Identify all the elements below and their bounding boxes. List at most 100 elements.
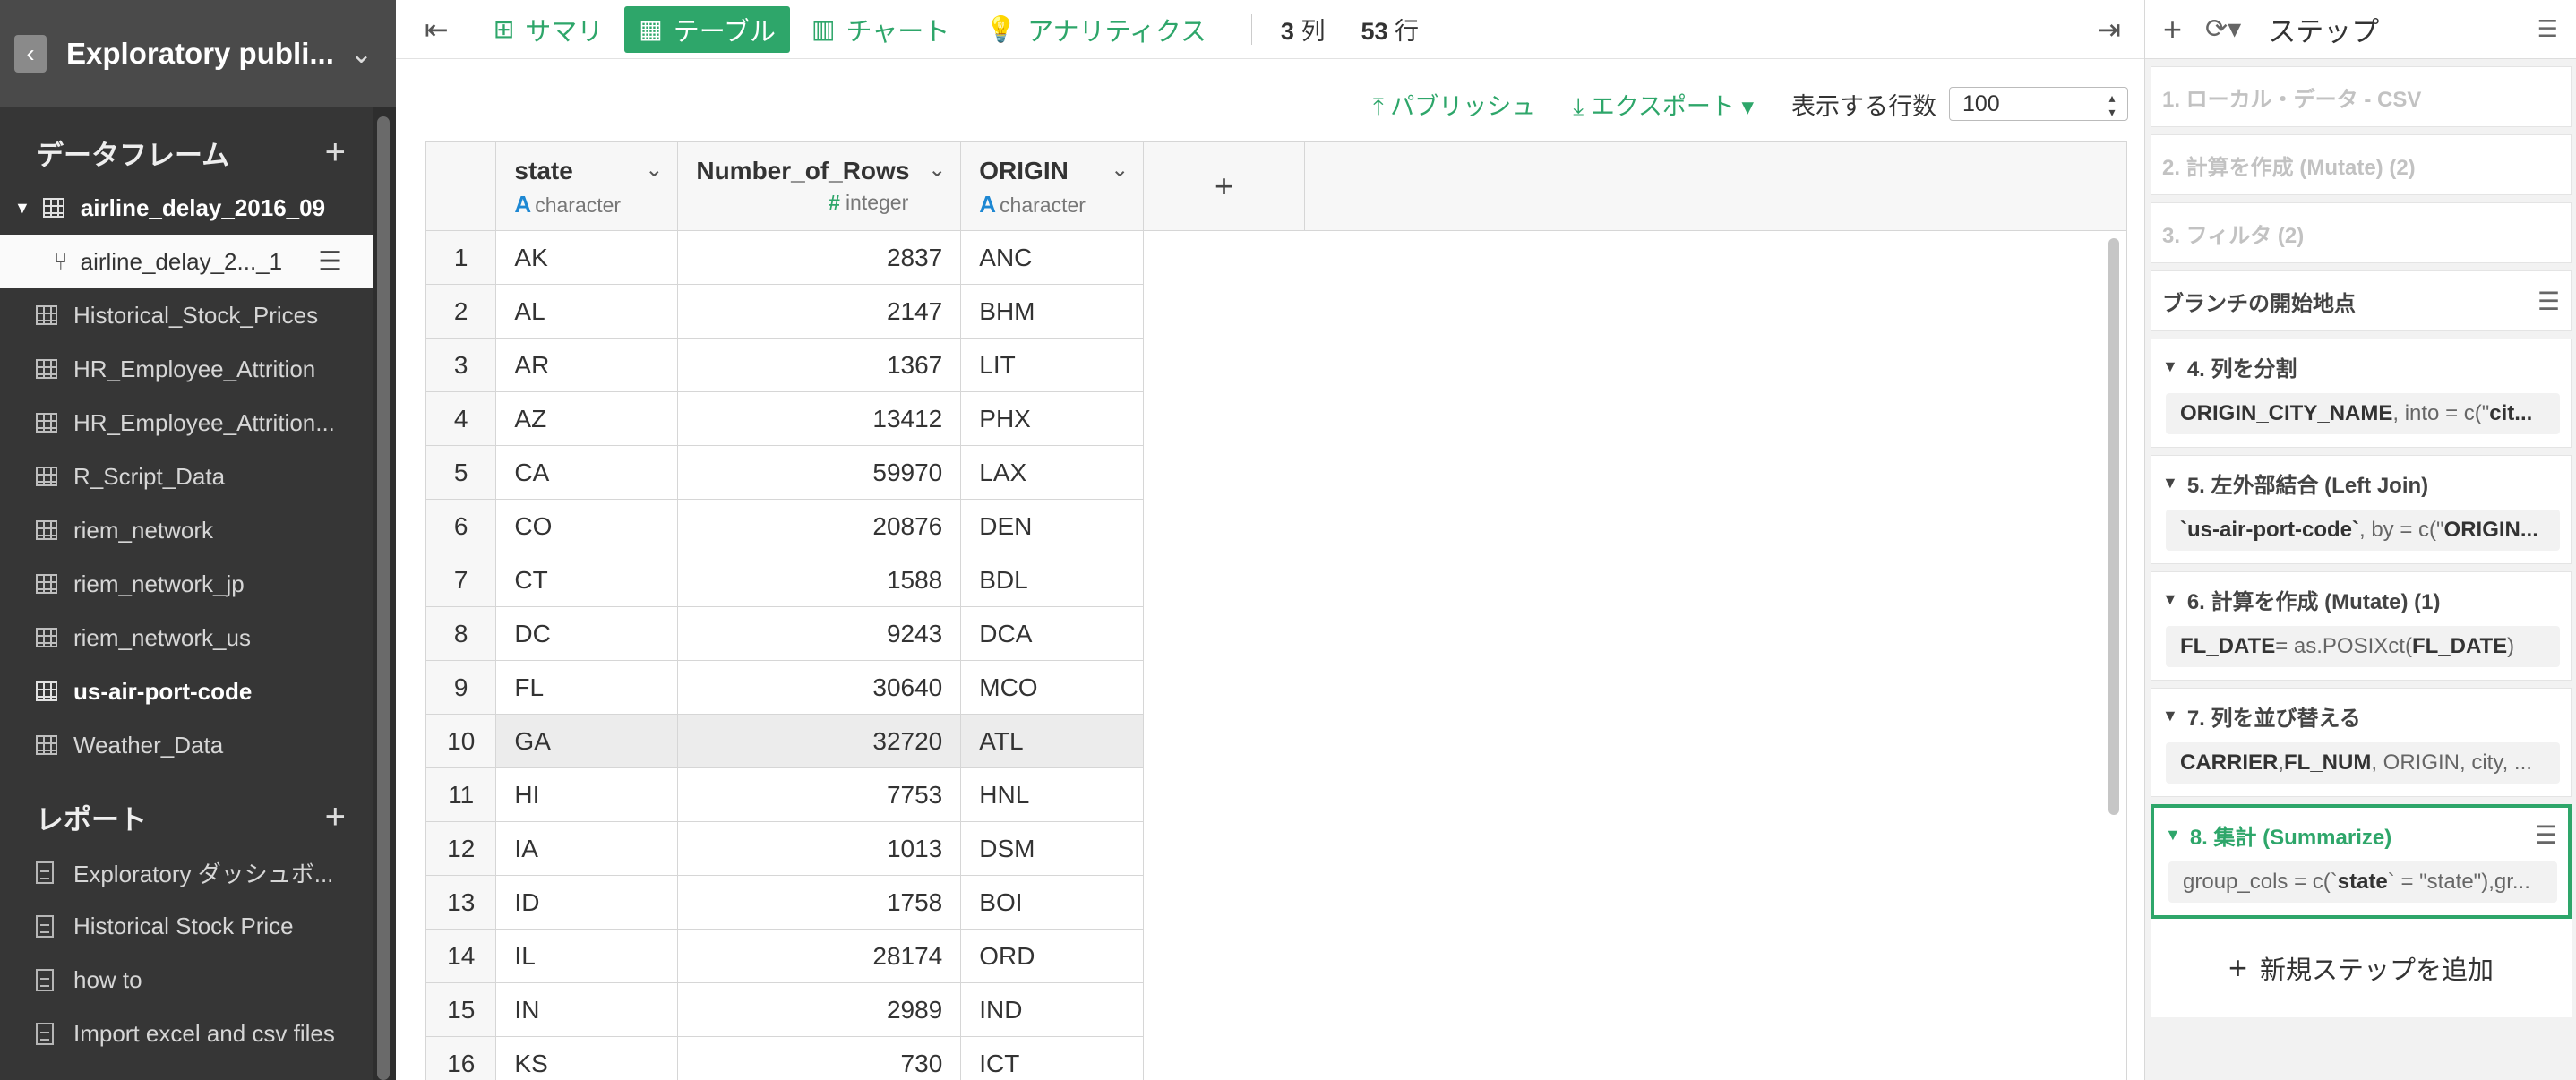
column-header-state[interactable]: state ⌄ Acharacter [495,142,679,231]
column-header-number-of-rows[interactable]: Number_of_Rows ⌄ # integer [677,142,962,231]
settings-sliders-icon[interactable]: ☰ [2537,15,2558,43]
cell-origin[interactable]: DCA [960,606,1145,661]
report-item[interactable]: Import excel and csv files [0,1007,373,1060]
step-active[interactable]: ▼ 8. 集計 (Summarize) ☰ group_cols = c(` state… [2151,804,2572,919]
dataframe-item[interactable]: R_Script_Data [0,450,373,503]
step[interactable]: ▼ 7. 列を並び替える CARRIER, FL_NUM, ORIGIN, city… [2151,688,2572,797]
cell-origin[interactable]: IND [960,982,1145,1037]
column-menu-caret-icon[interactable]: ⌄ [645,157,663,183]
dataframe-item[interactable]: ▼ airline_delay_2016_09 [0,181,373,235]
column-menu-caret-icon[interactable]: ⌄ [1111,157,1129,183]
cell-origin[interactable]: ANC [960,230,1145,285]
branch-item[interactable]: ⑂ airline_delay_2..._1 ☰ [0,235,373,288]
step-header[interactable]: ▼ 6. 計算を作成 (Mutate) (1) [2162,572,2560,626]
table-row[interactable]: 8 DC 9243 DCA [426,606,2126,661]
cell-state[interactable]: AK [495,230,679,285]
cell-number-of-rows[interactable]: 28174 [677,929,962,983]
step-disabled[interactable]: 3. フィルタ (2) [2151,202,2572,263]
table-row[interactable]: 9 FL 30640 MCO [426,660,2126,715]
cell-state[interactable]: CO [495,499,679,553]
cell-number-of-rows[interactable]: 1758 [677,875,962,930]
step-expression[interactable]: FL_DATE = as.POSIXct(FL_DATE) [2166,626,2560,667]
cell-state[interactable]: CA [495,445,679,500]
step[interactable]: ▼ 5. 左外部結合 (Left Join) `us-air-port-code`,… [2151,455,2572,564]
cell-origin[interactable]: ORD [960,929,1145,983]
step[interactable]: ▼ 4. 列を分割 ORIGIN_CITY_NAME, into = c(" cit.… [2151,339,2572,448]
report-item[interactable]: Exploratory ダッシュボ... [0,845,373,899]
caret-down-icon[interactable]: ▼ [2162,707,2178,725]
cell-origin[interactable]: DSM [960,821,1145,876]
caret-down-icon[interactable]: ▼ [14,199,30,218]
table-row[interactable]: 5 CA 59970 LAX [426,445,2126,500]
step-expression[interactable]: `us-air-port-code`, by = c(" ORIGIN... [2166,510,2560,551]
publish-button[interactable]: ⤒ パブリッシュ [1373,87,1535,122]
dataframe-item[interactable]: us-air-port-code [0,664,373,718]
add-dataframe-icon[interactable]: + [325,133,346,173]
cell-origin[interactable]: LAX [960,445,1145,500]
table-row[interactable]: 13 ID 1758 BOI [426,875,2126,930]
cell-origin[interactable]: MCO [960,660,1145,715]
cell-state[interactable]: IA [495,821,679,876]
cell-origin[interactable]: ATL [960,714,1145,768]
cell-origin[interactable]: DEN [960,499,1145,553]
collapse-steps-icon[interactable]: ⇥ [2097,13,2121,47]
tab-summary[interactable]: ⊞ サマリ [479,6,617,53]
cell-number-of-rows[interactable]: 1367 [677,338,962,392]
cell-state[interactable]: HI [495,767,679,822]
step-expression[interactable]: CARRIER, FL_NUM, ORIGIN, city, ... [2166,742,2560,784]
dataframe-item[interactable]: riem_network [0,503,373,557]
refresh-icon[interactable]: ⟳▾ [2205,13,2241,45]
cell-state[interactable]: DC [495,606,679,661]
project-header[interactable]: ‹ Exploratory publi... ⌄ [0,0,396,107]
table-row[interactable]: 15 IN 2989 IND [426,982,2126,1037]
cell-number-of-rows[interactable]: 20876 [677,499,962,553]
table-row[interactable]: 6 CO 20876 DEN [426,499,2126,553]
step-header[interactable]: ▼ 7. 列を並び替える [2162,689,2560,742]
project-title[interactable]: Exploratory publi... [66,37,338,71]
export-button[interactable]: ⤓ エクスポート ▾ [1573,87,1754,122]
table-row[interactable]: 10 GA 32720 ATL [426,714,2126,768]
step-disabled[interactable]: 2. 計算を作成 (Mutate) (2) [2151,134,2572,195]
report-item[interactable]: Historical Stock Price [0,899,373,953]
cell-number-of-rows[interactable]: 7753 [677,767,962,822]
cell-number-of-rows[interactable]: 2837 [677,230,962,285]
cell-state[interactable]: KS [495,1036,679,1080]
table-row[interactable]: 2 AL 2147 BHM [426,284,2126,339]
cell-state[interactable]: IN [495,982,679,1037]
step-header[interactable]: ▼ 8. 集計 (Summarize) ☰ [2165,808,2557,861]
rows-to-show-select[interactable]: 100 [1949,87,2128,121]
add-new-step-button[interactable]: + 新規ステップを追加 [2151,919,2572,1017]
table-row[interactable]: 12 IA 1013 DSM [426,821,2126,876]
column-menu-caret-icon[interactable]: ⌄ [928,157,946,183]
cell-number-of-rows[interactable]: 13412 [677,391,962,446]
cell-origin[interactable]: HNL [960,767,1145,822]
dataframe-item[interactable]: HR_Employee_Attrition... [0,396,373,450]
tab-table[interactable]: ▦ テーブル [624,5,791,53]
table-scrollbar-thumb[interactable] [2108,238,2119,815]
cell-origin[interactable]: BDL [960,553,1145,607]
chevron-down-icon[interactable]: ⌄ [350,39,373,70]
cell-number-of-rows[interactable]: 730 [677,1036,962,1080]
cell-origin[interactable]: BOI [960,875,1145,930]
cell-origin[interactable]: PHX [960,391,1145,446]
add-step-icon[interactable]: + [2163,11,2182,48]
step-disabled[interactable]: 1. ローカル・データ - CSV [2151,66,2572,127]
cell-number-of-rows[interactable]: 30640 [677,660,962,715]
step-expression[interactable]: ORIGIN_CITY_NAME, into = c(" cit... [2166,393,2560,434]
branch-start-step[interactable]: ブランチの開始地点 ☰ [2151,270,2572,331]
cell-state[interactable]: IL [495,929,679,983]
table-row[interactable]: 4 AZ 13412 PHX [426,391,2126,446]
cell-number-of-rows[interactable]: 2147 [677,284,962,339]
cell-number-of-rows[interactable]: 1588 [677,553,962,607]
sidebar-scrollbar-thumb[interactable] [377,116,390,1080]
dataframe-item[interactable]: Weather_Data [0,718,373,772]
tab-analytics[interactable]: 💡 アナリティクス [971,6,1221,53]
cell-state[interactable]: AR [495,338,679,392]
cell-number-of-rows[interactable]: 2989 [677,982,962,1037]
cell-state[interactable]: GA [495,714,679,768]
cell-state[interactable]: CT [495,553,679,607]
table-row[interactable]: 11 HI 7753 HNL [426,767,2126,822]
cell-origin[interactable]: ICT [960,1036,1145,1080]
cell-state[interactable]: AL [495,284,679,339]
cell-number-of-rows[interactable]: 32720 [677,714,962,768]
